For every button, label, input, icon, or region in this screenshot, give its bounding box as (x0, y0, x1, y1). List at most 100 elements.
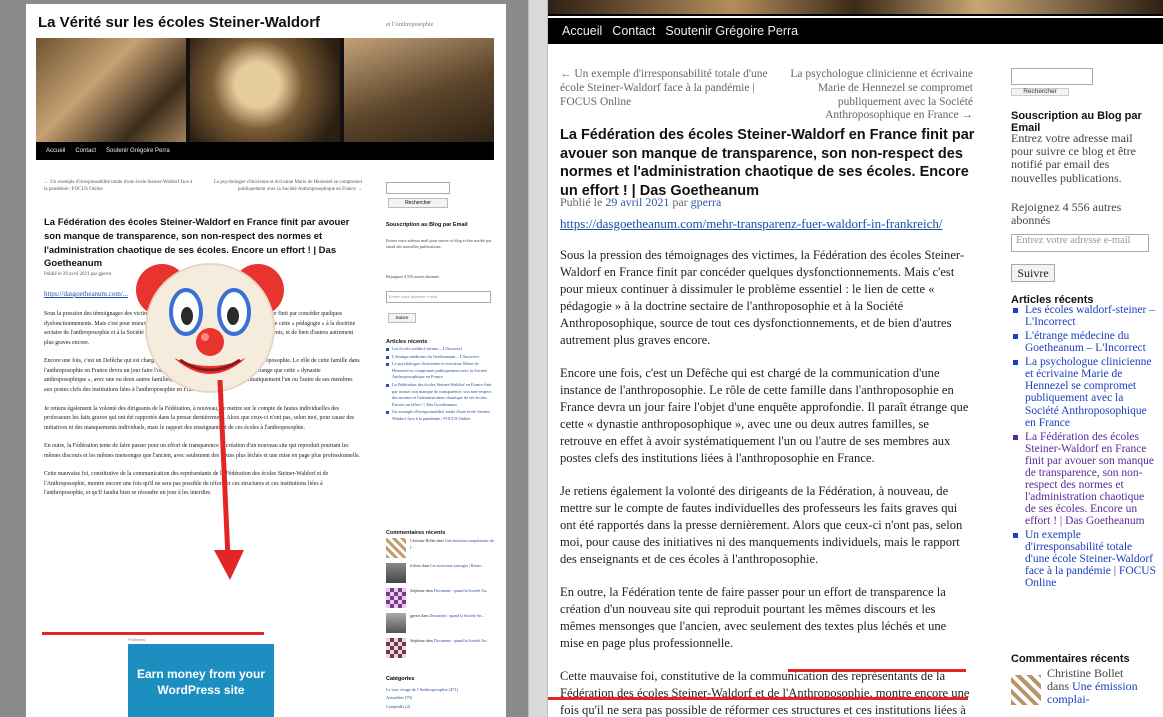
nav-item-accueil[interactable]: Accueil (562, 24, 602, 38)
main-nav: Accueil Contact Soutenir Grégoire Perra (548, 18, 1163, 44)
comment-item: Christine Bollet dans Une émission compl… (1011, 666, 1161, 707)
previous-post-link[interactable]: ← Un exemple d'irresponsabilité totale d… (44, 180, 194, 194)
comment-dans: dans (1047, 679, 1072, 694)
comment-item: Stéphane dans Document : quand la Sociét… (386, 588, 496, 610)
paragraph: Sous la pression des témoignages des vic… (560, 248, 965, 347)
subscribe-button[interactable]: Suivre (388, 313, 416, 323)
article-meta: Publié le 29 avril 2021 par gperra (560, 195, 721, 210)
author-link[interactable]: gperra (691, 195, 722, 209)
paragraph: Je retiens également la volonté des diri… (560, 484, 963, 566)
red-underline-annotation (548, 697, 968, 700)
main-nav: Accueil Contact Soutenir Grégoire Perra (36, 142, 494, 160)
source-link[interactable]: https://dasgoetheanum.com/mehr-transpare… (560, 216, 942, 232)
nav-item-accueil[interactable]: Accueil (46, 148, 65, 154)
subscribe-heading: Souscription au Blog par Email (386, 222, 468, 228)
post-date-link[interactable]: 29 avril 2021 (605, 195, 669, 209)
email-field[interactable]: Entrer votre adresse e-mail (386, 291, 491, 303)
avatar (386, 588, 406, 608)
ad-banner[interactable]: Earn money from your WordPress site (128, 644, 274, 717)
subscribe-text: Entrez votre adresse mail pour suivre ce… (1011, 131, 1136, 185)
comment-item: Christine Bollet dans Une émission compl… (386, 538, 496, 560)
header-banner-strip (548, 0, 1163, 16)
search-button[interactable]: Rechercher (388, 198, 448, 208)
site-title[interactable]: La Vérité sur les écoles Steiner-Waldorf (38, 14, 320, 31)
comment-author: Stéphane dans (410, 638, 433, 643)
avatar (386, 563, 406, 583)
ads-label: Publicités (128, 637, 146, 642)
source-link[interactable]: https://dasgoetheanum.com/... (44, 290, 128, 298)
recent-post-link[interactable]: La Fédération des écoles Steiner-Waldorf… (1011, 431, 1157, 528)
red-underline-annotation (42, 632, 264, 635)
recent-post-link[interactable]: Les écoles waldorf-steiner – L'Incorrect (1011, 304, 1157, 328)
category-link[interactable]: Actualités (79) (386, 694, 458, 702)
email-field[interactable]: Entrez votre adresse e-mail (1011, 234, 1149, 252)
banner-photo-1 (36, 38, 186, 142)
search-input[interactable] (1011, 68, 1093, 85)
subscribe-button[interactable]: Suivre (1011, 264, 1055, 282)
subscribers-count: Rejoignez 4 556 autres abonnés (1011, 200, 1122, 228)
comment-item: gperra dans Document : quand la Société … (386, 613, 496, 635)
article-title: La Fédération des écoles Steiner-Waldorf… (560, 127, 975, 199)
avatar (386, 538, 406, 558)
right-panel: Accueil Contact Soutenir Grégoire Perra … (548, 0, 1163, 717)
article-meta: Publié le 29 avril 2021 par gperra (44, 272, 112, 277)
comment-post-link[interactable]: Document : quand la Société An... (434, 638, 489, 643)
split-divider (528, 0, 548, 717)
comment-author: friloux dans (410, 563, 430, 568)
recent-post-link[interactable]: L'étrange médecine du Goetheanum – L'Inc… (386, 354, 494, 361)
recent-post-link[interactable]: Un exemple d'irresponsabilité totale d'u… (386, 409, 494, 422)
recent-post-link[interactable]: La psychologue clinicienne et écrivaine … (1011, 356, 1157, 429)
category-link[interactable]: Campbills (2) (386, 703, 458, 711)
nav-item-soutenir[interactable]: Soutenir Grégoire Perra (665, 24, 798, 38)
recent-posts-list: Les écoles waldorf-steiner – L'Incorrect… (386, 346, 494, 424)
clown-face-emoji-icon (136, 263, 284, 393)
recent-post-link[interactable]: La psychologue clinicienne et écrivaine … (386, 361, 494, 381)
avatar (386, 613, 406, 633)
avatar (1011, 675, 1041, 705)
comment-item: Stéphane dans Document : quand la Sociét… (386, 638, 496, 660)
left-panel: La Vérité sur les écoles Steiner-Waldorf… (0, 0, 528, 717)
categories-list: Le vrai visage de l'Anthroposophie (471)… (386, 686, 458, 711)
paragraph: En outre, la Fédération tente de faire p… (560, 585, 947, 650)
comment-author: gperra dans (410, 613, 429, 618)
search-input[interactable] (386, 182, 450, 194)
paragraph: Cette mauvaise foi, constitutive de la c… (560, 669, 970, 717)
recent-post-link[interactable]: La Fédération des écoles Steiner-Waldorf… (386, 382, 494, 408)
subscribers-count: Rejoignez 4 556 autres abonnés (386, 274, 440, 279)
avatar (386, 638, 406, 658)
paragraph: Encore une fois, c'est un Defêche qui es… (560, 366, 969, 465)
site-tagline: et l'Anthroposophie (386, 22, 434, 28)
meta-prefix: Publié le (560, 195, 606, 209)
banner-photo-2 (190, 38, 340, 142)
recent-comments-heading: Commentaires récents (1011, 653, 1130, 665)
comment-post-link[interactable]: Document : quand la Société An... (434, 588, 489, 593)
meta-by: par (669, 195, 691, 209)
recent-comments-heading: Commentaires récents (386, 530, 446, 536)
header-banner (36, 38, 494, 142)
red-arrow-down-icon (214, 380, 244, 580)
subscribe-text: Entrez votre adresse mail pour suivre ce… (386, 238, 492, 250)
nav-item-contact[interactable]: Contact (612, 24, 655, 38)
next-post-link[interactable]: La psychologue clinicienne et écrivaine … (763, 68, 973, 123)
recent-comments-list: Christine Bollet dans Une émission compl… (386, 538, 496, 663)
recent-post-link[interactable]: L'étrange médecine du Goetheanum – L'Inc… (1011, 330, 1157, 354)
next-post-link[interactable]: La psychologue clinicienne et écrivaine … (204, 180, 362, 194)
comment-author: Christine Bollet dans (410, 538, 444, 543)
article-body: Sous la pression des témoignages des vic… (560, 247, 972, 717)
nav-item-soutenir[interactable]: Soutenir Grégoire Perra (106, 148, 170, 154)
comment-post-link[interactable]: Les nouveaux sauvages | Rituel... (430, 563, 483, 568)
comment-post-link[interactable]: Document : quand la Société An... (430, 613, 485, 618)
categories-heading: Catégories (386, 676, 415, 682)
search-button[interactable]: Rechercher (1011, 88, 1069, 96)
screenshot-composite: La Vérité sur les écoles Steiner-Waldorf… (0, 0, 1163, 717)
category-link[interactable]: Le vrai visage de l'Anthroposophie (471) (386, 686, 458, 694)
recent-post-link[interactable]: Les écoles waldorf-steiner – L'Incorrect (386, 346, 494, 353)
recent-posts-list: Les écoles waldorf-steiner – L'Incorrect… (1011, 304, 1157, 591)
red-underline-annotation (788, 669, 966, 672)
comment-item: friloux dans Les nouveaux sauvages | Rit… (386, 563, 496, 585)
banner-photo-3 (344, 38, 494, 142)
previous-post-link[interactable]: ← Un exemple d'irresponsabilité totale d… (560, 68, 770, 109)
nav-item-contact[interactable]: Contact (75, 148, 96, 154)
comment-author: Stéphane dans (410, 588, 433, 593)
recent-post-link[interactable]: Un exemple d'irresponsabilité totale d'u… (1011, 529, 1157, 589)
